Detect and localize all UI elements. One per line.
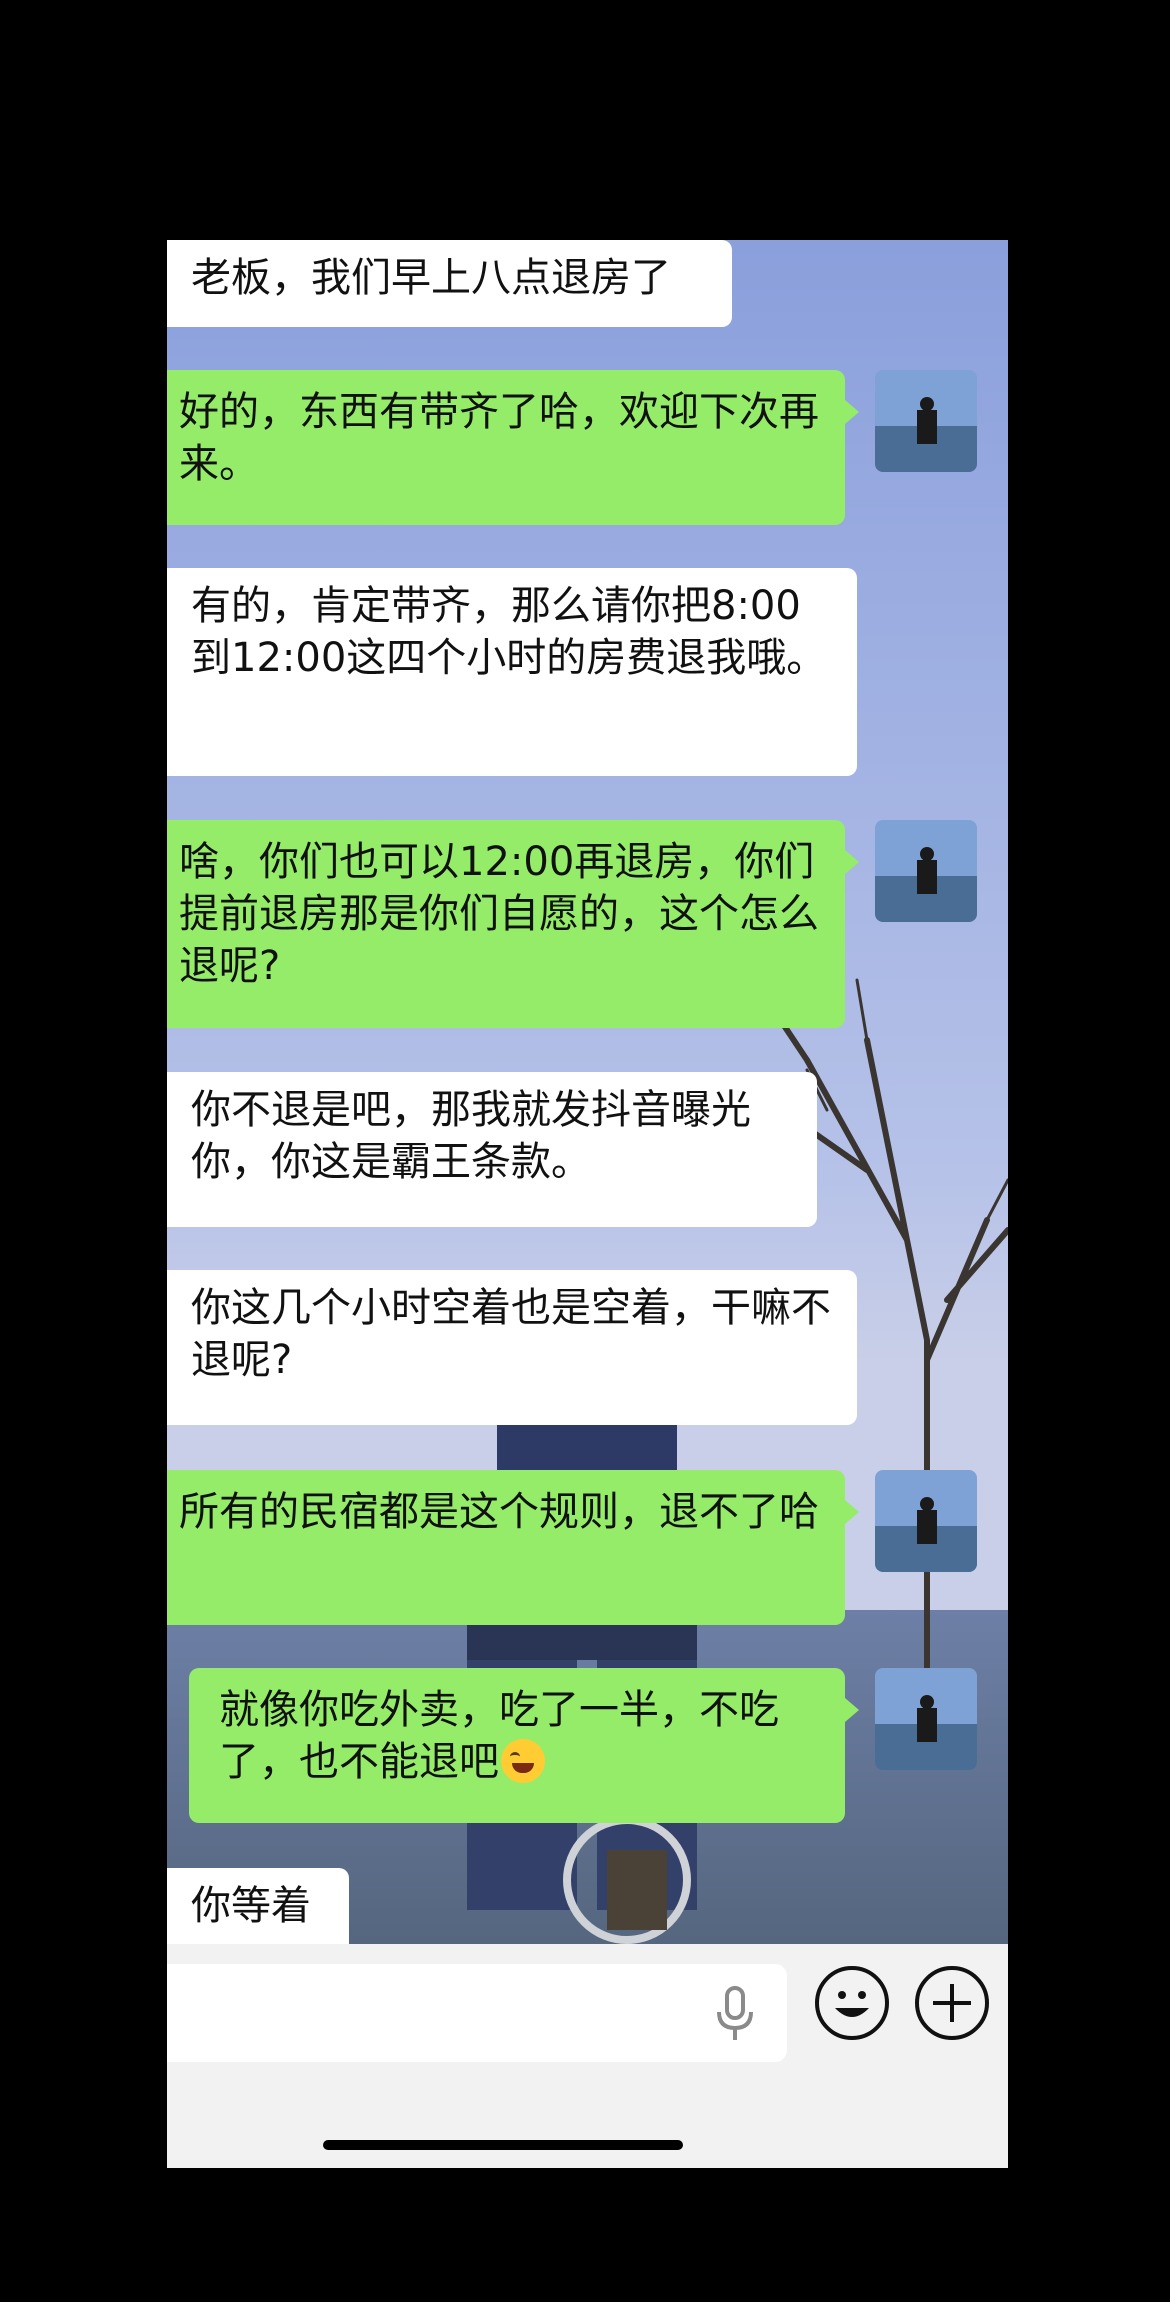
avatar[interactable]: [875, 820, 977, 922]
avatar-image: [875, 820, 977, 922]
message-text: 你不退是吧，那我就发抖音曝光你，你这是霸王条款。: [191, 1087, 751, 1185]
message-list[interactable]: 老板，我们早上八点退房了 好的，东西有带齐了哈，欢迎下次再来。 有的，肯定带齐，…: [167, 240, 1008, 1944]
avatar-image: [875, 1470, 977, 1572]
home-indicator[interactable]: [323, 2140, 683, 2150]
message-bubble-received[interactable]: 你这几个小时空着也是空着，干嘛不退呢?: [167, 1270, 857, 1425]
message-bubble-received[interactable]: 你等着: [167, 1868, 349, 1944]
avatar[interactable]: [875, 370, 977, 472]
message-text: 你等着: [191, 1883, 311, 1929]
message-text: 啥，你们也可以12:00再退房，你们提前退房那是你们自愿的，这个怎么退呢?: [179, 839, 819, 989]
tears-of-joy-emoji-icon: [501, 1739, 545, 1783]
message-bubble-received[interactable]: 有的，肯定带齐，那么请你把8:00到12:00这四个小时的房费退我哦。: [167, 568, 857, 776]
plus-glyph-icon: [933, 1984, 971, 2022]
emoji-icon[interactable]: [815, 1966, 889, 2040]
message-bubble-received[interactable]: 老板，我们早上八点退房了: [167, 240, 732, 327]
message-bubble-sent[interactable]: 好的，东西有带齐了哈，欢迎下次再来。: [167, 370, 859, 525]
message-bubble-sent[interactable]: 所有的民宿都是这个规则，退不了哈: [167, 1470, 859, 1625]
message-bubble-received[interactable]: 你不退是吧，那我就发抖音曝光你，你这是霸王条款。: [167, 1072, 817, 1227]
message-text: 好的，东西有带齐了哈，欢迎下次再来。: [179, 389, 819, 487]
plus-icon[interactable]: [915, 1966, 989, 2040]
message-text: 所有的民宿都是这个规则，退不了哈: [179, 1489, 819, 1535]
message-text: 你这几个小时空着也是空着，干嘛不退呢?: [191, 1285, 831, 1383]
message-text: 有的，肯定带齐，那么请你把8:00到12:00这四个小时的房费退我哦。: [191, 583, 827, 681]
avatar-image: [875, 1668, 977, 1770]
microphone-icon[interactable]: [715, 1986, 755, 2042]
avatar[interactable]: [875, 1470, 977, 1572]
chat-screen: 老板，我们早上八点退房了 好的，东西有带齐了哈，欢迎下次再来。 有的，肯定带齐，…: [167, 240, 1008, 2168]
message-text: 老板，我们早上八点退房了: [191, 255, 671, 301]
smile-face-icon: [835, 1991, 869, 2017]
message-text: 就像你吃外卖，吃了一半，不吃了，也不能退吧: [219, 1687, 779, 1785]
input-bar: [167, 1944, 1008, 2168]
message-input[interactable]: [167, 1964, 787, 2062]
message-bubble-sent[interactable]: 就像你吃外卖，吃了一半，不吃了，也不能退吧: [189, 1668, 859, 1823]
message-bubble-sent[interactable]: 啥，你们也可以12:00再退房，你们提前退房那是你们自愿的，这个怎么退呢?: [167, 820, 859, 1028]
avatar[interactable]: [875, 1668, 977, 1770]
avatar-image: [875, 370, 977, 472]
